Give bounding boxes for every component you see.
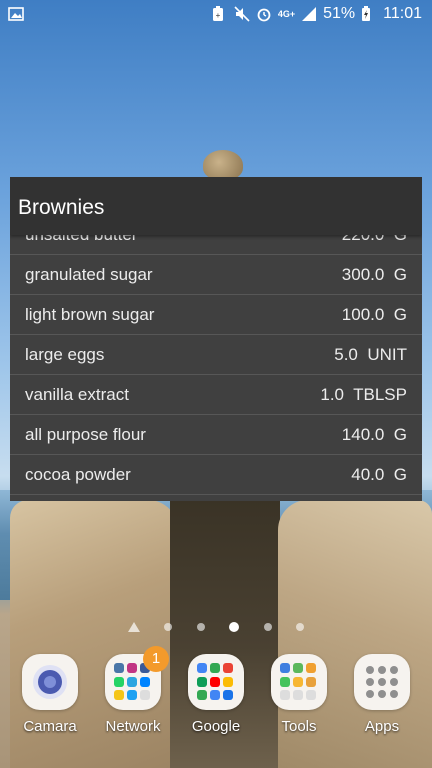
ingredient-quantity: 40.0 G	[351, 464, 407, 484]
svg-text:+: +	[216, 11, 221, 20]
status-bar: + 4G+ 51% 11:01	[0, 0, 432, 30]
page-dot[interactable]	[196, 623, 205, 631]
ingredient-quantity: 100.0 G	[341, 304, 407, 324]
app-google[interactable]: Google	[186, 654, 246, 735]
list-item[interactable]: all purpose flour 140.0 G	[10, 415, 422, 455]
network-folder-icon[interactable]: 1	[105, 646, 169, 710]
page-dot[interactable]	[164, 623, 173, 631]
app-camara[interactable]: Camara	[20, 654, 80, 735]
ingredient-name: cocoa powder	[25, 464, 131, 484]
battery-saver-icon: +	[212, 6, 228, 22]
page-dot[interactable]	[295, 623, 304, 631]
recipe-widget[interactable]: Brownies unsalted butter 220.0 G granula…	[10, 177, 422, 501]
home-page-indicator-icon[interactable]	[128, 622, 140, 632]
list-item[interactable]: vanilla extract 1.0 TBLSP	[10, 375, 422, 415]
ingredient-quantity: 1.0 TBLSP	[320, 384, 407, 404]
ingredient-quantity: 5.0 UNIT	[334, 344, 407, 364]
signal-icon	[301, 6, 317, 22]
page-dot[interactable]	[263, 623, 272, 631]
page-indicator	[128, 620, 304, 634]
app-label: Apps	[364, 718, 400, 735]
google-folder-icon[interactable]	[188, 654, 244, 710]
app-label: Tools	[281, 718, 317, 735]
ingredient-name: vanilla extract	[25, 384, 129, 404]
battery-percent: 51%	[323, 5, 356, 22]
list-item[interactable]: cocoa powder 40.0 G	[10, 455, 422, 495]
ingredient-name: granulated sugar	[25, 264, 153, 284]
ingredient-list[interactable]: unsalted butter 220.0 G granulated sugar…	[10, 215, 422, 495]
ingredient-quantity: 140.0 G	[341, 424, 407, 444]
list-item[interactable]: granulated sugar 300.0 G	[10, 255, 422, 295]
notification-badge: 1	[143, 646, 169, 672]
list-item[interactable]: large eggs 5.0 UNIT	[10, 335, 422, 375]
page-dot-active[interactable]	[229, 622, 240, 632]
app-label: Camara	[23, 718, 77, 735]
app-network[interactable]: 1 Network	[103, 646, 169, 735]
app-tools[interactable]: Tools	[269, 654, 329, 735]
battery-charging-icon	[361, 6, 377, 22]
ingredient-name: all purpose flour	[25, 424, 146, 444]
ingredient-name: light brown sugar	[25, 304, 155, 324]
alarm-icon	[256, 6, 272, 22]
list-item[interactable]: light brown sugar 100.0 G	[10, 295, 422, 335]
app-label: Network	[105, 718, 161, 735]
widget-header: Brownies	[10, 177, 422, 235]
image-icon	[8, 6, 24, 26]
ingredient-name: large eggs	[25, 344, 105, 364]
app-label: Google	[191, 718, 241, 735]
widget-title: Brownies	[18, 196, 105, 219]
apps-grid-icon[interactable]	[354, 654, 410, 710]
tools-folder-icon[interactable]	[271, 654, 327, 710]
app-apps[interactable]: Apps	[352, 654, 412, 735]
wallpaper-stone	[203, 150, 243, 180]
clock: 11:01	[383, 5, 422, 22]
ingredient-quantity: 300.0 G	[341, 264, 407, 284]
network-type: 4G+	[277, 8, 296, 19]
camera-icon[interactable]	[22, 654, 78, 710]
mute-icon	[234, 6, 250, 22]
